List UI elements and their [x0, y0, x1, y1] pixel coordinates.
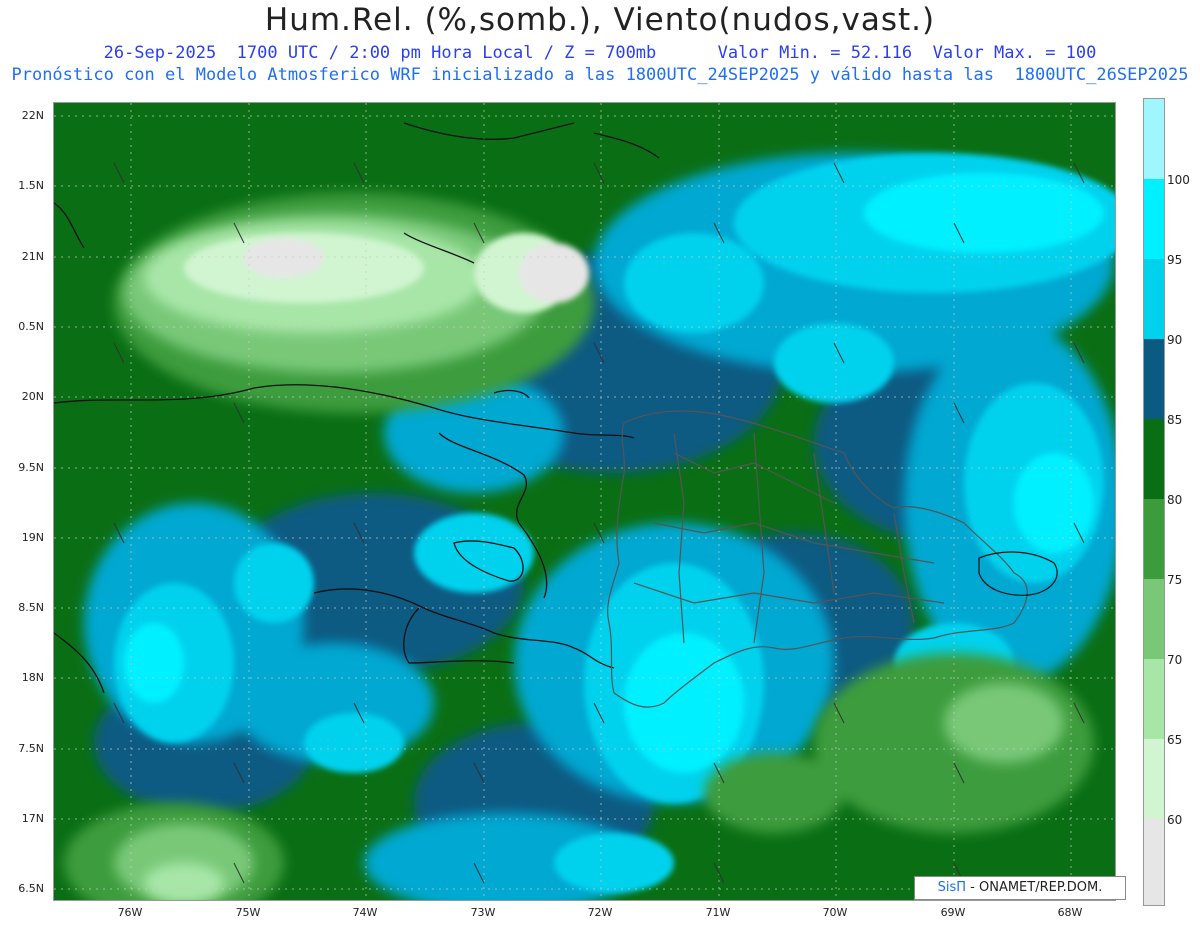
colorbar [1143, 98, 1165, 906]
colorbar-label-60: 60 [1167, 813, 1183, 827]
map-title: Hum.Rel. (%,somb.), Viento(nudos,vast.) [264, 2, 936, 38]
humidity-field [54, 103, 1115, 900]
credit-org-text: - ONAMET/REP.DOM. [966, 880, 1103, 895]
lat-label-21-5n: 1.5N [18, 179, 44, 192]
lon-label-68w: 68W [1057, 906, 1083, 919]
lon-label-74w: 74W [352, 906, 378, 919]
colorbar-label-100: 100 [1167, 173, 1190, 187]
lat-label-19n: 19N [21, 531, 44, 544]
lat-label-19-5n: 9.5N [18, 461, 44, 474]
colorbar-swatch-65-70 [1144, 659, 1164, 739]
colorbar-swatch-85-90 [1144, 339, 1164, 419]
colorbar-label-80: 80 [1167, 493, 1183, 507]
lon-label-75w: 75W [235, 906, 261, 919]
credit-logo-text: SisΠ [937, 880, 967, 895]
lat-label-18-5n: 8.5N [18, 601, 44, 614]
map-subtitle-time: 26-Sep-2025 1700 UTC / 2:00 pm Hora Loca… [103, 43, 1097, 63]
colorbar-swatch-95-100 [1144, 179, 1164, 259]
lon-label-70w: 70W [822, 906, 848, 919]
lat-label-22n: 22N [21, 109, 44, 122]
colorbar-swatch-70-75 [1144, 579, 1164, 659]
humidity-wind-map [53, 102, 1116, 901]
colorbar-label-70: 70 [1167, 653, 1183, 667]
lat-label-20-5n: 0.5N [18, 320, 44, 333]
colorbar-label-90: 90 [1167, 333, 1183, 347]
colorbar-label-85: 85 [1167, 413, 1183, 427]
lat-label-18n: 18N [21, 671, 44, 684]
lon-label-73w: 73W [470, 906, 496, 919]
colorbar-label-65: 65 [1167, 733, 1183, 747]
colorbar-swatch-below-60 [1144, 819, 1164, 905]
colorbar-swatch-80-85 [1144, 419, 1164, 499]
colorbar-swatch-100plus [1144, 99, 1164, 179]
colorbar-swatch-60-65 [1144, 739, 1164, 819]
lat-label-16-5n: 6.5N [18, 882, 44, 895]
colorbar-label-95: 95 [1167, 253, 1183, 267]
lat-label-20n: 20N [21, 390, 44, 403]
map-subtitle-model: Pronóstico con el Modelo Atmosferico WRF… [11, 65, 1189, 85]
colorbar-swatch-75-80 [1144, 499, 1164, 579]
colorbar-swatch-90-95 [1144, 259, 1164, 339]
lon-label-76w: 76W [117, 906, 143, 919]
lon-label-71w: 71W [705, 906, 731, 919]
lat-label-21n: 21N [21, 250, 44, 263]
lat-label-17n: 17N [21, 812, 44, 825]
lat-label-17-5n: 7.5N [18, 742, 44, 755]
lon-label-72w: 72W [587, 906, 613, 919]
lon-label-69w: 69W [940, 906, 966, 919]
credit-box: SisΠ - ONAMET/REP.DOM. [914, 876, 1126, 900]
colorbar-label-75: 75 [1167, 573, 1183, 587]
